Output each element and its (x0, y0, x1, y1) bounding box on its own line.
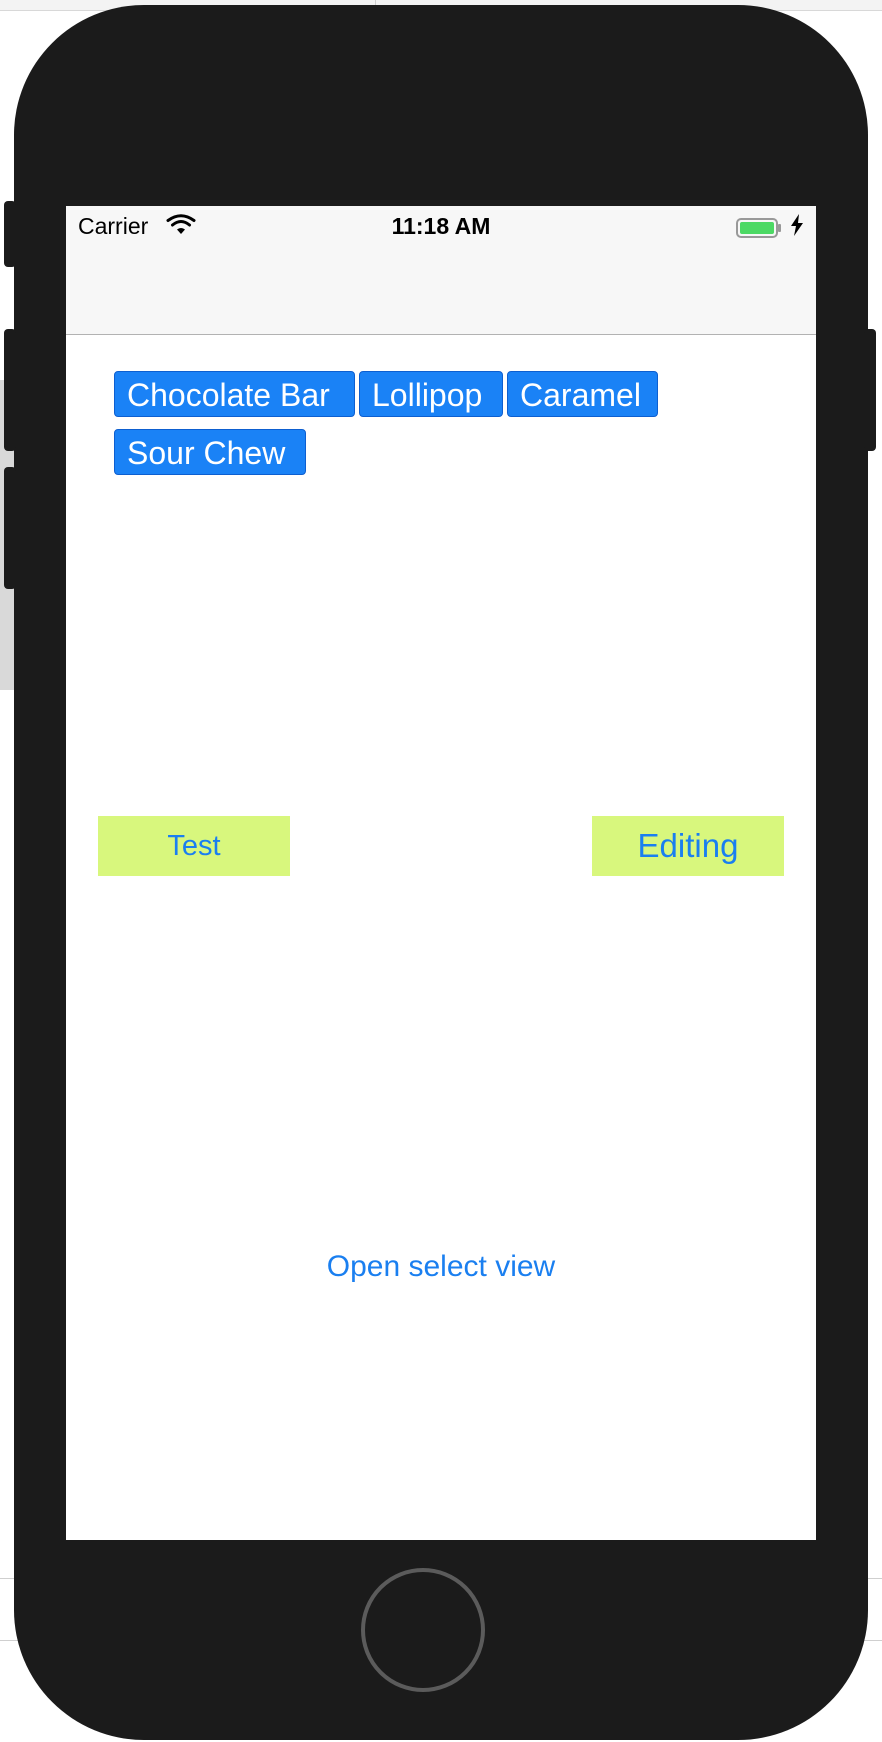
power-button (864, 329, 876, 451)
battery-full-icon (736, 217, 781, 238)
volume-up-button (4, 329, 16, 451)
navigation-bar (66, 246, 816, 335)
open-select-view-button[interactable]: Open select view (66, 1250, 816, 1284)
device-screen: Carrier 11:18 AM Chocolate Bar Lollipop (66, 206, 816, 1540)
mute-switch (4, 201, 16, 267)
status-bar: Carrier 11:18 AM (66, 206, 816, 246)
editing-button[interactable]: Editing (592, 816, 784, 876)
volume-down-button (4, 467, 16, 589)
tag-caramel[interactable]: Caramel (507, 371, 658, 417)
status-time: 11:18 AM (391, 213, 491, 239)
home-button[interactable] (361, 1568, 485, 1692)
lightning-bolt-icon (790, 214, 804, 242)
tag-lollipop[interactable]: Lollipop (359, 371, 503, 417)
test-button[interactable]: Test (98, 816, 290, 876)
tag-sour-chew[interactable]: Sour Chew (114, 429, 306, 475)
tag-chocolate-bar[interactable]: Chocolate Bar (114, 371, 355, 417)
